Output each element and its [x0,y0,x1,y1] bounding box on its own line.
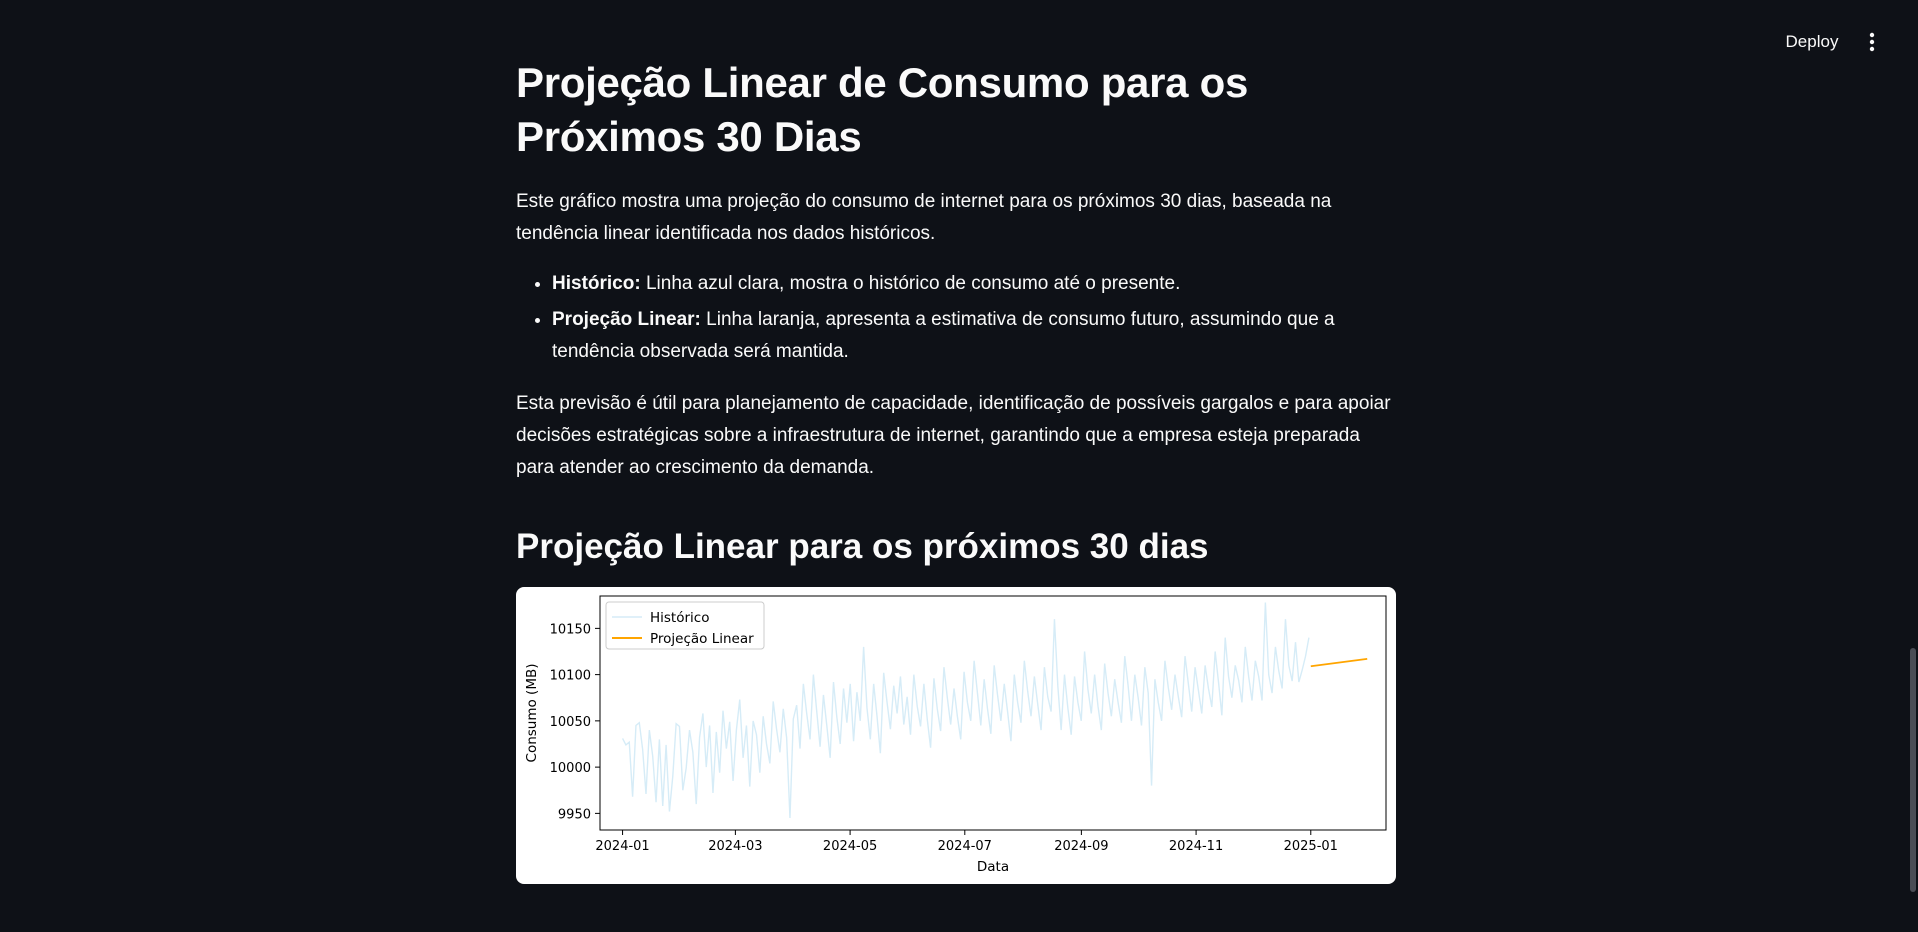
y-tick-label: 10000 [550,761,591,776]
vertical-ellipsis-icon[interactable] [1860,28,1884,56]
consumption-chart: 2024-01 2024-03 2024-05 2024-07 2024-09 2024-… [524,595,1387,875]
section-title: Projeção Linear para os próximos 30 dias [516,527,1209,566]
intro-paragraph: Este gráfico mostra uma projeção do cons… [516,191,1332,244]
x-axis-label: Data [977,859,1009,875]
deploy-button[interactable]: Deploy [1772,28,1852,56]
page-title: Projeção Linear de Consumo para os Próxi… [516,59,1248,160]
scrollbar[interactable] [1908,0,1918,932]
y-tick-label: 10150 [550,622,591,637]
x-tick-label: 2024-01 [595,839,649,854]
legend-label: Histórico [650,610,709,626]
x-tick-label: 2024-03 [708,839,762,854]
series-line-projecao [1310,658,1368,668]
y-tick-label: 9950 [558,807,591,822]
x-tick-label: 2025-01 [1284,839,1338,854]
list-item-text: Linha azul clara, mostra o histórico de … [640,273,1181,294]
x-tick-label: 2024-07 [938,839,992,854]
list-item: Projeção Linear: Linha laranja, apresent… [552,304,1396,368]
y-axis-label: Consumo (MB) [524,664,540,763]
x-tick-label: 2024-09 [1054,839,1108,854]
y-tick-label: 10050 [550,715,591,730]
legend-label: Projeção Linear [650,631,754,647]
x-tick-label: 2024-05 [823,839,877,854]
list-item-bold: Projeção Linear: [552,309,701,330]
main-content: Projeção Linear de Consumo para os Próxi… [516,56,1396,570]
list-item: Histórico: Linha azul clara, mostra o hi… [552,268,1396,300]
scrollbar-thumb[interactable] [1910,648,1916,892]
y-tick-label: 10100 [550,669,591,684]
legend-description-list: Histórico: Linha azul clara, mostra o hi… [516,268,1396,368]
app-header: Deploy [0,0,1918,60]
chart-container: 2024-01 2024-03 2024-05 2024-07 2024-09 2024-… [516,587,1396,884]
x-tick-label: 2024-11 [1169,839,1223,854]
outro-paragraph: Esta previsão é útil para planejamento d… [516,393,1391,478]
list-item-bold: Histórico: [552,273,641,294]
